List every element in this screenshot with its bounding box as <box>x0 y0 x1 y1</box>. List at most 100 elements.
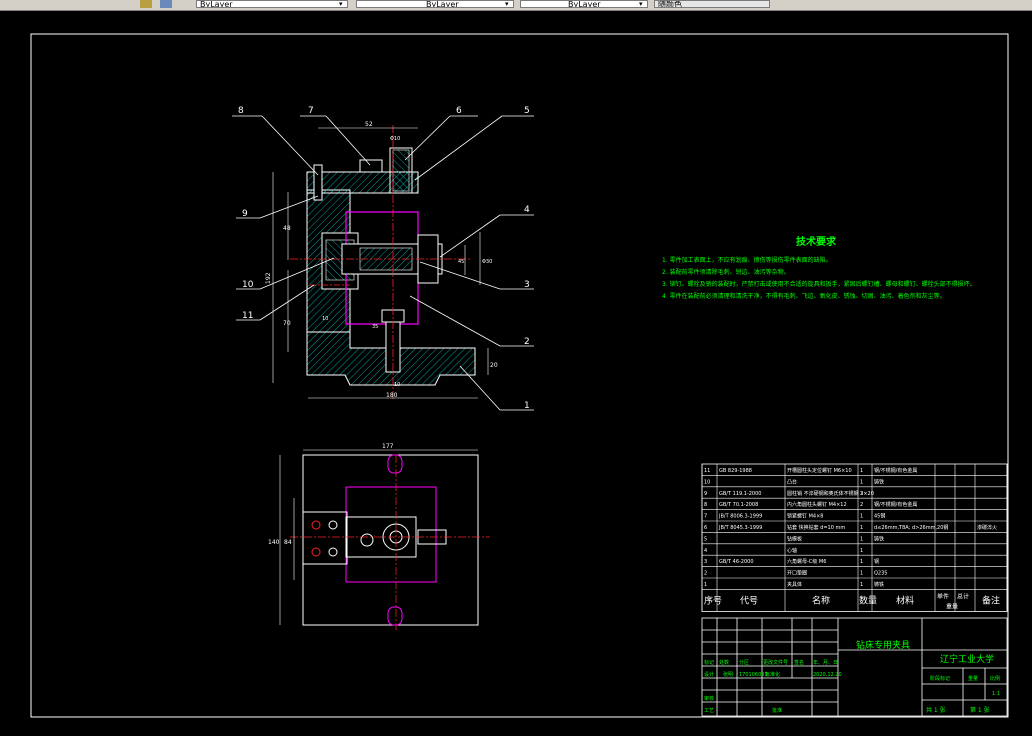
bom-cell: JB/T 8006.3-1999 <box>718 514 762 520</box>
bom-header-total: 总计 <box>957 592 969 600</box>
bom-cell: 3 <box>704 559 707 565</box>
drawing-title: 钻床专用夹具 <box>856 639 910 651</box>
balloon-8: 8 <box>238 106 244 116</box>
design-date: 2020.12.20 <box>813 672 842 678</box>
approve-label: 批准 <box>772 707 782 714</box>
linetype-control-dropdown[interactable]: ByLayer ▾ <box>356 0 514 8</box>
bom-table: 11 GB 829-1988 开槽圆柱头定位螺钉 M6×10 1 钢/不锈钢/有色金属1… <box>701 463 1008 612</box>
plotstyle-control-label: 随颜色 <box>658 0 682 8</box>
bom-cell: 2 <box>860 502 863 508</box>
dim-right-b: Φ30 <box>482 259 492 265</box>
bom-cell: 钻模板 <box>787 535 802 542</box>
row-label-change: 更改文件号 <box>763 659 788 666</box>
bom-cell: 心轴 <box>787 547 797 554</box>
dim-bottom-width: 180 <box>386 392 398 399</box>
std-label: 标准化 <box>765 671 780 678</box>
row-label-count: 处数 <box>719 659 729 666</box>
title-block <box>701 617 1008 717</box>
bom-cell: 1 <box>860 468 863 474</box>
bom-cell: 1 <box>704 582 707 588</box>
bom-header-seq: 序号 <box>704 594 722 606</box>
color-control-dropdown[interactable]: ByLayer ▾ <box>196 0 348 8</box>
tech-line-1: 1. 零件加工表面上，不应有划痕、擦伤等损伤零件表面的缺陷。 <box>662 256 832 264</box>
chevron-down-icon: ▾ <box>639 0 643 8</box>
bom-cell: 渗碳淬火 <box>977 524 997 531</box>
bom-cell: 钢 <box>874 558 879 565</box>
dim-left-mid: 48 <box>283 225 291 232</box>
bom-header-name: 名称 <box>812 594 830 606</box>
bom-cell: 2 <box>704 571 707 577</box>
color-control-label: ByLayer <box>200 0 233 8</box>
front-section-view <box>272 125 489 400</box>
row-label-date: 年、月、日 <box>813 659 838 666</box>
lineweight-control-dropdown[interactable]: ByLayer ▾ <box>520 0 648 8</box>
bom-cell: 钢/不锈钢/有色金属 <box>874 501 917 508</box>
bom-cell: Q235 <box>874 571 887 577</box>
bom-cell: 铸铁 <box>874 581 884 588</box>
sheet-number: 第 1 张 <box>970 706 990 714</box>
bom-cell: 5 <box>704 536 707 542</box>
layer-icon[interactable] <box>140 0 152 8</box>
tech-requirements-title: 技术要求 <box>796 235 837 248</box>
stage-label: 阶段标记 <box>930 675 950 682</box>
student-id: 170106033 <box>739 672 768 678</box>
bom-cell: 6 <box>704 525 707 531</box>
bom-cell: 4 <box>704 548 707 554</box>
school-name: 辽宁工业大学 <box>940 653 994 665</box>
bom-cell: 9 <box>704 491 707 497</box>
socket-screw <box>313 164 323 201</box>
bom-cell: 1 <box>860 559 863 565</box>
balloon-6: 6 <box>456 106 462 116</box>
sheets-total: 共 1 张 <box>926 706 946 714</box>
bom-cell: 1 <box>860 525 863 531</box>
bom-cell: 1 <box>860 548 863 554</box>
dim-plan-inner: 84 <box>284 539 292 546</box>
bom-cell: GB/T 70.1-2008 <box>719 502 758 508</box>
bom-cell: 六角螺母-C级 M6 <box>787 558 826 565</box>
row-label-sign: 签名 <box>794 659 804 666</box>
balloon-11: 11 <box>242 311 253 321</box>
balloon-2: 2 <box>524 337 530 347</box>
drawing-canvas[interactable]: 52 Φ10 192 48 70 45 Φ30 20 180 10 35 10 … <box>0 11 1032 736</box>
balloon-3: 3 <box>524 280 530 290</box>
row-label-mark: 标记 <box>704 659 714 666</box>
dim-top-small: Φ10 <box>390 136 400 142</box>
dim-plan-height: 140 <box>268 539 280 546</box>
bom-cell: 2 <box>860 491 863 497</box>
bom-cell: 1 <box>860 571 863 577</box>
chevron-down-icon: ▾ <box>505 0 509 8</box>
dim-right-a: 45 <box>458 259 464 265</box>
outer-frame <box>30 33 1009 718</box>
dim-mid-a: 10 <box>322 316 328 322</box>
bom-cell: 11 <box>704 468 710 474</box>
balloon-4: 4 <box>524 205 530 215</box>
weight-label: 重量 <box>968 675 978 682</box>
balloon-1: 1 <box>524 401 530 411</box>
properties-toolbar: ByLayer ▾ ByLayer ▾ ByLayer ▾ 随颜色 <box>0 0 1032 11</box>
bom-cell: 锁紧螺钉 M4×8 <box>787 513 823 520</box>
designer-name: 张明 <box>723 671 733 678</box>
bom-cell: 内六角圆柱头螺钉 M4×12 <box>787 501 847 508</box>
design-label: 设计 <box>704 671 714 678</box>
bom-cell: 钻套 快换钻套 d=10 mm <box>787 524 845 531</box>
bom-cell: 1 <box>860 582 863 588</box>
dim-mid-b: 35 <box>372 324 378 330</box>
dim-top-width: 52 <box>365 121 373 128</box>
bom-cell: 1 <box>860 536 863 542</box>
plan-view <box>279 449 490 630</box>
bom-header-qty: 数量 <box>859 594 877 606</box>
scale-value: 1:1 <box>992 691 1000 697</box>
bom-cell: GB/T 46-2000 <box>719 559 754 565</box>
layers-stack-icon[interactable] <box>160 0 172 8</box>
bom-cell: 1 <box>860 479 863 485</box>
bom-cell: 夹具体 <box>787 581 802 588</box>
balloon-7: 7 <box>308 106 314 116</box>
balloon-9: 9 <box>242 209 248 219</box>
bom-cell: 45钢 <box>874 513 885 520</box>
bom-cell: GB 829-1988 <box>719 468 752 474</box>
plotstyle-control-dropdown[interactable]: 随颜色 <box>654 0 770 8</box>
bom-cell: d≤26mm,T8A; d>26mm,20钢 <box>874 524 948 531</box>
bom-cell: 铸铁 <box>874 478 884 485</box>
dim-mid-c: 10 <box>394 382 400 388</box>
bom-cell: 开槽圆柱头定位螺钉 M6×10 <box>787 467 852 474</box>
